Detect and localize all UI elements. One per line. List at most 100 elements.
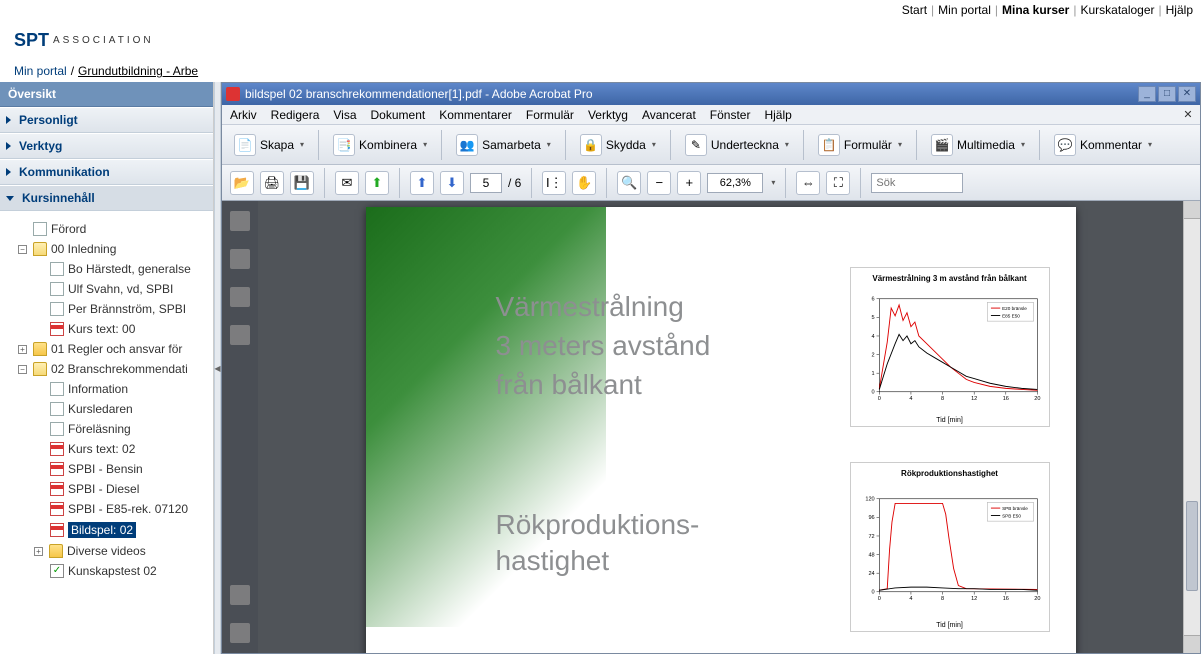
tb-skydda[interactable]: 🔒Skydda▾ xyxy=(576,132,660,158)
topnav-minportal[interactable]: Min portal xyxy=(938,3,991,17)
comments-panel-icon[interactable] xyxy=(230,585,250,605)
topnav-hjalp[interactable]: Hjälp xyxy=(1166,3,1193,17)
fit-page-icon[interactable]: ⛶ xyxy=(826,171,850,195)
svg-text:72: 72 xyxy=(868,534,874,540)
zoom-input[interactable] xyxy=(707,173,763,193)
tb-kommentar[interactable]: 💬Kommentar▾ xyxy=(1050,132,1156,158)
tree-02-bildspel[interactable]: Bildspel: 02 xyxy=(6,519,213,541)
svg-text:0: 0 xyxy=(871,390,874,396)
window-close-button[interactable]: ✕ xyxy=(1178,86,1196,102)
topnav-start[interactable]: Start xyxy=(902,3,927,17)
topnav-kurskataloger[interactable]: Kurskataloger xyxy=(1080,3,1154,17)
tb-samarbeta[interactable]: 👥Samarbeta▾ xyxy=(452,132,555,158)
pdf-viewport[interactable]: Värmestrålning 3 meters avstånd från bål… xyxy=(258,201,1183,653)
search-input[interactable] xyxy=(871,173,963,193)
menu-fonster[interactable]: Fönster xyxy=(710,108,751,122)
vertical-scrollbar[interactable] xyxy=(1183,201,1200,653)
svg-text:4: 4 xyxy=(871,334,874,340)
email-icon[interactable]: ✉ xyxy=(335,171,359,195)
layers-panel-icon[interactable] xyxy=(230,287,250,307)
menu-verktyg[interactable]: Verktyg xyxy=(588,108,628,122)
media-icon: 🎬 xyxy=(931,134,953,156)
scrollbar-thumb[interactable] xyxy=(1186,501,1198,591)
tree-02-e85[interactable]: SPBI - E85-rek. 07120 xyxy=(6,499,213,519)
page-down-icon[interactable]: ⬇ xyxy=(440,171,464,195)
page-up-icon[interactable]: ⬆ xyxy=(410,171,434,195)
page-input[interactable] xyxy=(470,173,502,193)
tree-02-forelasning[interactable]: Föreläsning xyxy=(6,419,213,439)
menu-dokument[interactable]: Dokument xyxy=(371,108,426,122)
svg-text:8: 8 xyxy=(941,396,944,402)
menu-hjalp[interactable]: Hjälp xyxy=(764,108,791,122)
sidebar-kursinnehall[interactable]: Kursinnehåll xyxy=(0,185,213,211)
tree-02-videos[interactable]: +Diverse videos xyxy=(6,541,213,561)
hand-tool-icon[interactable]: ✋ xyxy=(572,171,596,195)
window-maximize-button[interactable]: □ xyxy=(1158,86,1176,102)
tb-multimedia[interactable]: 🎬Multimedia▾ xyxy=(927,132,1029,158)
tb-formular[interactable]: 📋Formulär▾ xyxy=(814,132,906,158)
bookmarks-panel-icon[interactable] xyxy=(230,249,250,269)
menu-avancerat[interactable]: Avancerat xyxy=(642,108,696,122)
svg-text:120: 120 xyxy=(865,497,874,503)
sidebar-verktyg[interactable]: Verktyg xyxy=(0,133,213,159)
zoom-in-icon[interactable]: + xyxy=(677,171,701,195)
tree-forord[interactable]: Förord xyxy=(6,219,213,239)
acrobat-titlebar[interactable]: bildspel 02 branschrekommendationer[1].p… xyxy=(222,83,1200,105)
tree-02-info[interactable]: Information xyxy=(6,379,213,399)
zoom-out-icon[interactable]: − xyxy=(647,171,671,195)
tree-01[interactable]: +01 Regler och ansvar för xyxy=(6,339,213,359)
sidebar-head[interactable]: Översikt xyxy=(0,82,213,107)
tree-02-diesel[interactable]: SPBI - Diesel xyxy=(6,479,213,499)
tb-skapa[interactable]: 📄Skapa▾ xyxy=(230,132,308,158)
svg-text:20: 20 xyxy=(1034,596,1040,602)
page-count: / 6 xyxy=(508,176,521,190)
tree-00[interactable]: −00 Inledning xyxy=(6,239,213,259)
sidebar-kommunikation[interactable]: Kommunikation xyxy=(0,159,213,185)
svg-text:4: 4 xyxy=(909,396,912,402)
save-icon[interactable]: 💾 xyxy=(290,171,314,195)
splitter[interactable]: ◀ xyxy=(214,82,221,654)
menu-formular[interactable]: Formulär xyxy=(526,108,574,122)
tb-underteckna[interactable]: ✎Underteckna▾ xyxy=(681,132,793,158)
attachments-panel-icon[interactable] xyxy=(230,623,250,643)
svg-text:SPB E50: SPB E50 xyxy=(1002,513,1021,518)
menu-redigera[interactable]: Redigera xyxy=(271,108,320,122)
topnav-minakurser[interactable]: Mina kurser xyxy=(1002,3,1069,17)
tree-00-a[interactable]: Bo Härstedt, generalse xyxy=(6,259,213,279)
breadcrumb-leaf[interactable]: Grundutbildning - Arbe xyxy=(78,64,198,78)
tree-00-b[interactable]: Ulf Svahn, vd, SPBI xyxy=(6,279,213,299)
fit-width-icon[interactable]: ⇔ xyxy=(796,171,820,195)
print-icon[interactable]: 🖨 xyxy=(260,171,284,195)
menu-arkiv[interactable]: Arkiv xyxy=(230,108,257,122)
tree-02-test[interactable]: Kunskapstest 02 xyxy=(6,561,213,581)
svg-text:1: 1 xyxy=(871,371,874,377)
tree-00-d[interactable]: Kurs text: 00 xyxy=(6,319,213,339)
doc-close-button[interactable]: ✕ xyxy=(1180,107,1196,123)
menu-visa[interactable]: Visa xyxy=(333,108,356,122)
menu-kommentarer[interactable]: Kommentarer xyxy=(439,108,512,122)
open-icon[interactable]: 📂 xyxy=(230,171,254,195)
tree-02-kursledaren[interactable]: Kursledaren xyxy=(6,399,213,419)
svg-text:4: 4 xyxy=(909,596,912,602)
svg-text:0: 0 xyxy=(871,590,874,596)
sidebar-personligt[interactable]: Personligt xyxy=(0,107,213,133)
pages-panel-icon[interactable] xyxy=(230,211,250,231)
tree-02[interactable]: −02 Branschrekommendati xyxy=(6,359,213,379)
svg-text:6: 6 xyxy=(871,297,874,303)
tree-02-text[interactable]: Kurs text: 02 xyxy=(6,439,213,459)
select-tool-icon[interactable]: I⋮ xyxy=(542,171,566,195)
svg-text:24: 24 xyxy=(868,571,874,577)
breadcrumb-root[interactable]: Min portal xyxy=(14,64,67,78)
upload-icon[interactable]: ⬆ xyxy=(365,171,389,195)
tb-kombinera[interactable]: 📑Kombinera▾ xyxy=(329,132,431,158)
tree-00-c[interactable]: Per Brännström, SPBI xyxy=(6,299,213,319)
signatures-panel-icon[interactable] xyxy=(230,325,250,345)
sign-icon: ✎ xyxy=(685,134,707,156)
tree-02-bensin[interactable]: SPBI - Bensin xyxy=(6,459,213,479)
zoom-tool-icon[interactable]: 🔍 xyxy=(617,171,641,195)
combine-icon: 📑 xyxy=(333,134,355,156)
window-minimize-button[interactable]: _ xyxy=(1138,86,1156,102)
slide-footer: SPBI SvenskaPetroleum &BiodrivmedelInsti… xyxy=(416,649,1026,653)
logo-text: ASSOCIATION xyxy=(53,35,154,46)
svg-text:48: 48 xyxy=(868,552,874,558)
